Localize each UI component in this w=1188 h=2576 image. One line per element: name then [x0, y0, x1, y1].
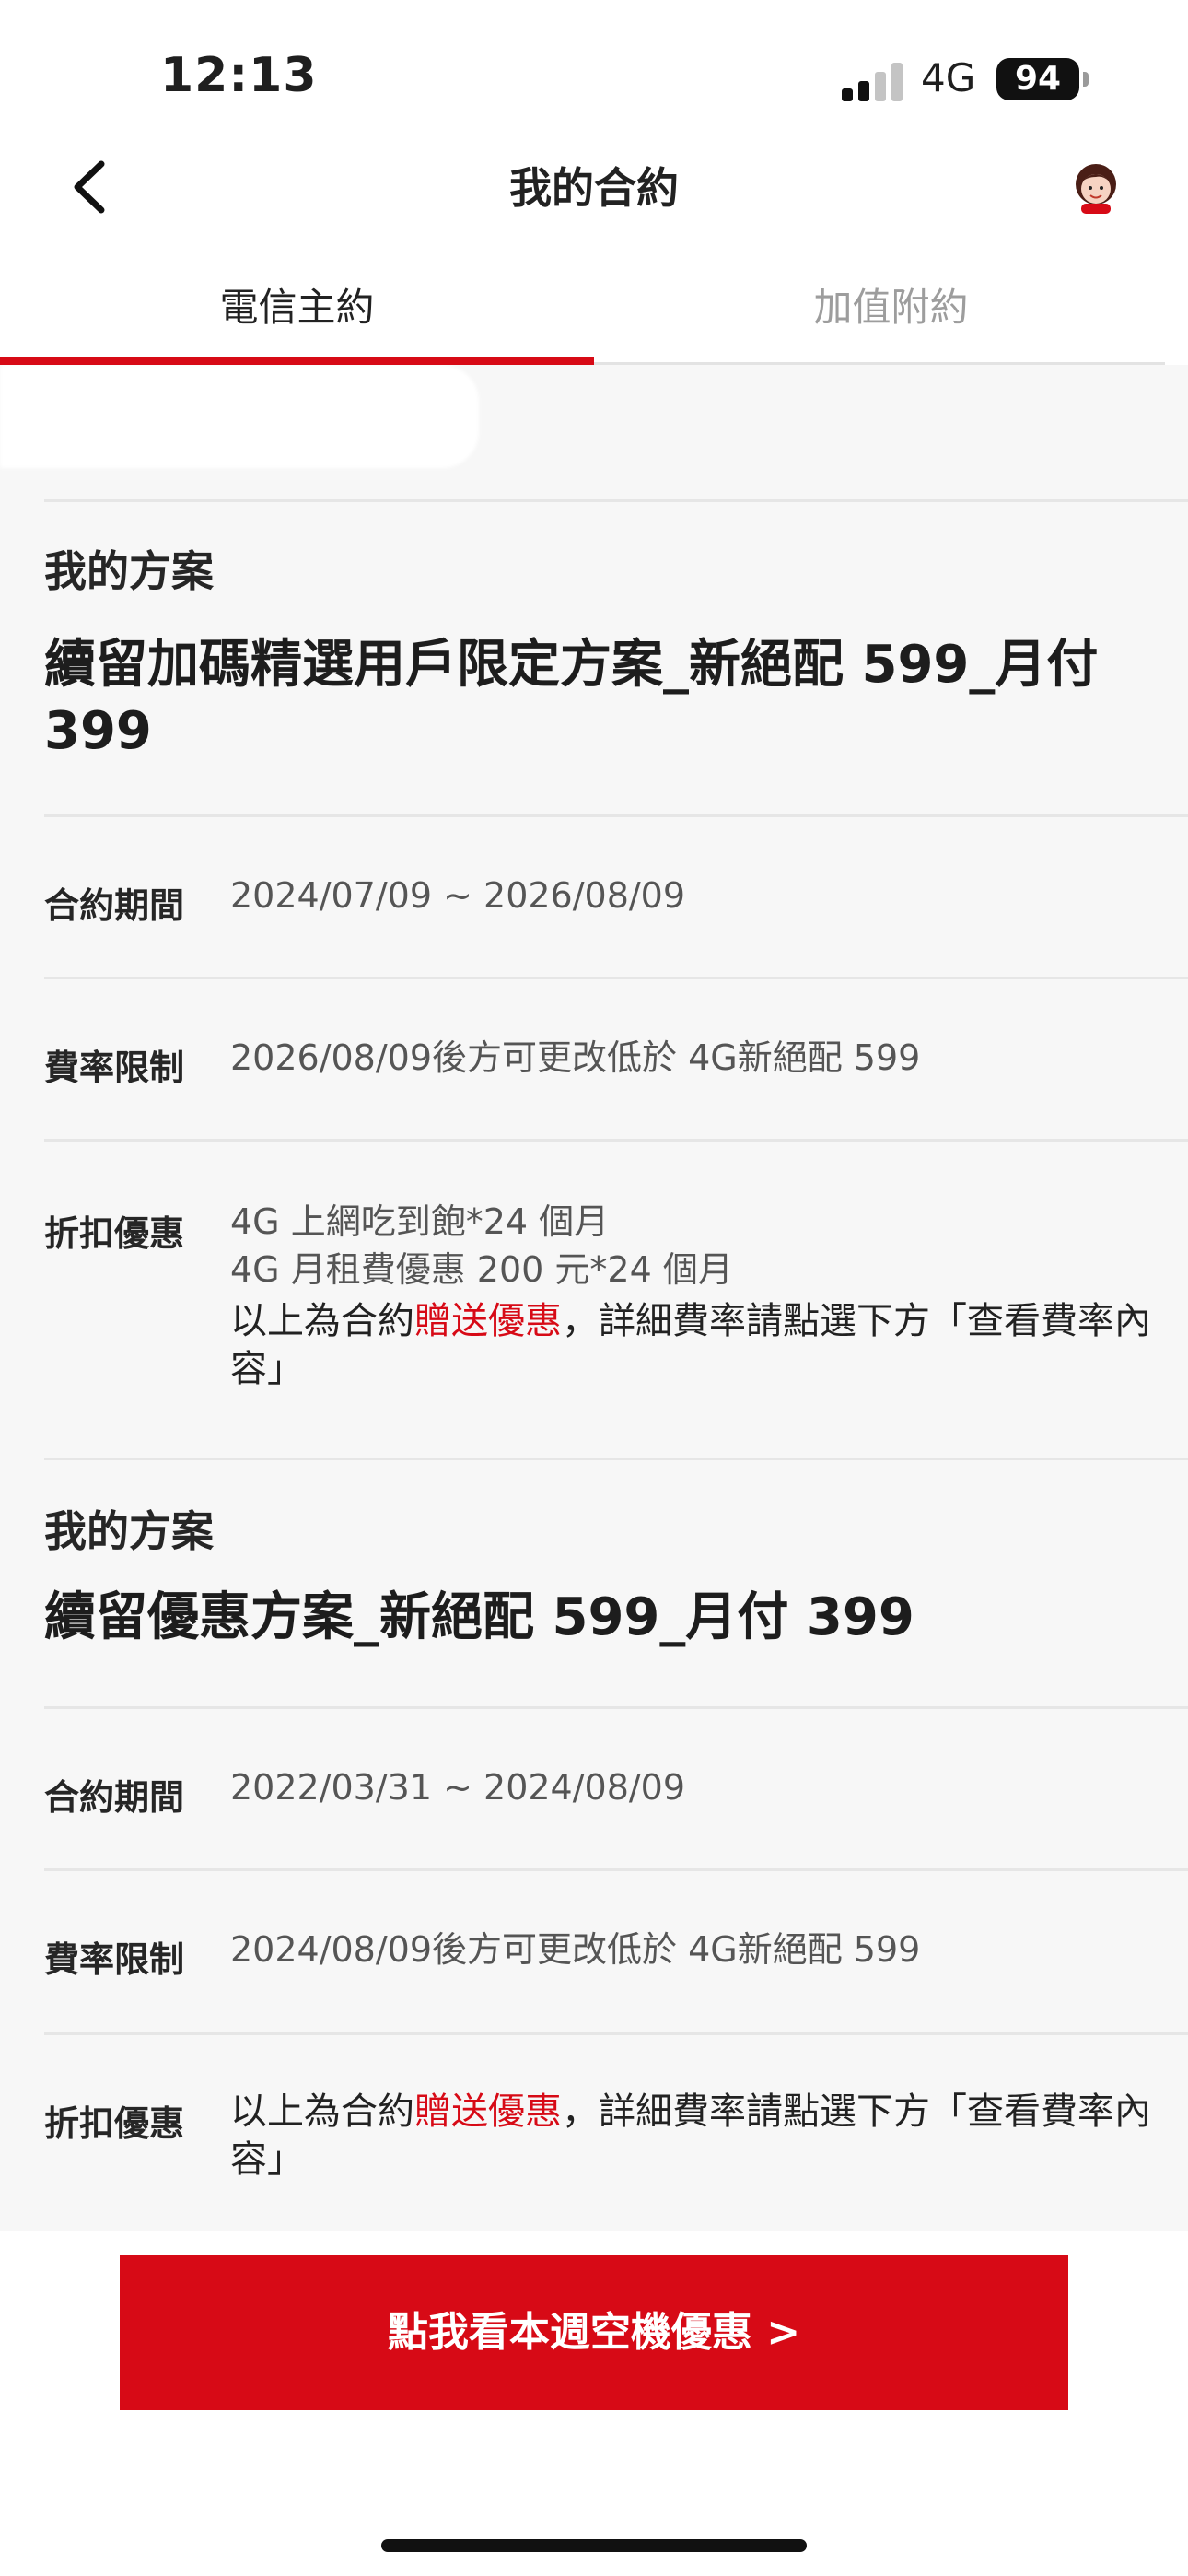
- discount-note: 以上為合約贈送優惠，詳細費率請點選下方「查看費率內容」: [230, 1297, 1151, 1393]
- battery-icon: 94: [996, 58, 1079, 100]
- discount-value: 以上為合約贈送優惠，詳細費率請點選下方「查看費率內容」: [230, 2088, 1151, 2184]
- rate-limit-value: 2024/08/09後方可更改低於 4G新絕配 599: [230, 1929, 921, 1970]
- tab-addon-contract[interactable]: 加值附約: [594, 276, 1188, 337]
- divider: [44, 1458, 1188, 1460]
- section-label-my-plan: 我的方案: [44, 546, 214, 596]
- divider: [44, 499, 1188, 502]
- contract-period-label: 合約期間: [44, 885, 185, 926]
- discount-note: 以上為合約贈送優惠，詳細費率請點選下方「查看費率內容」: [230, 2088, 1151, 2184]
- contract-period-label: 合約期間: [44, 1777, 185, 1818]
- network-type: 4G: [921, 55, 976, 100]
- divider: [44, 1868, 1188, 1871]
- discount-label: 折扣優惠: [44, 1213, 185, 1254]
- tab-main-contract[interactable]: 電信主約: [0, 276, 594, 337]
- plan-name: 續留加碼精選用戶限定方案_新絕配 599_月付 399: [44, 635, 1099, 761]
- avatar[interactable]: [1070, 162, 1122, 214]
- discount-line: 4G 上網吃到飽*24 個月: [230, 1201, 610, 1242]
- page-title: 我的合約: [509, 163, 679, 213]
- note-highlight: 贈送優惠: [414, 1300, 562, 1342]
- battery-tip: [1083, 72, 1089, 87]
- divider: [44, 1706, 1188, 1709]
- divider: [44, 1139, 1188, 1142]
- contract-period-value: 2024/07/09 ~ 2026/08/09: [230, 875, 686, 916]
- weekly-phone-offer-button[interactable]: 點我看本週空機優惠 >: [120, 2255, 1068, 2410]
- blurred-banner: [0, 365, 479, 468]
- note-highlight: 贈送優惠: [414, 2090, 562, 2133]
- rate-limit-label: 費率限制: [44, 1048, 185, 1088]
- signal-strength-icon: [842, 61, 903, 101]
- discount-label: 折扣優惠: [44, 2103, 185, 2144]
- divider: [44, 814, 1188, 817]
- plan-name: 續留優惠方案_新絕配 599_月付 399: [44, 1587, 914, 1647]
- status-time: 12:13: [160, 48, 318, 103]
- note-prefix: 以上為合約: [230, 1300, 414, 1342]
- user-avatar-icon: [1076, 164, 1116, 214]
- home-indicator: [381, 2539, 807, 2552]
- contract-content[interactable]: 我的方案 續留加碼精選用戶限定方案_新絕配 599_月付 399 合約期間 20…: [0, 365, 1188, 2231]
- rate-limit-label: 費率限制: [44, 1939, 185, 1980]
- contract-period-value: 2022/03/31 ~ 2024/08/09: [230, 1767, 686, 1808]
- status-bar: 12:13 4G 94: [0, 0, 1188, 129]
- discount-line: 4G 月租費優惠 200 元*24 個月: [230, 1249, 733, 1290]
- rate-limit-value: 2026/08/09後方可更改低於 4G新絕配 599: [230, 1037, 921, 1078]
- note-prefix: 以上為合約: [230, 2090, 414, 2133]
- divider: [44, 977, 1188, 979]
- section-label-my-plan: 我的方案: [44, 1506, 214, 1556]
- divider: [44, 2032, 1188, 2035]
- discount-value: 4G 上網吃到飽*24 個月 4G 月租費優惠 200 元*24 個月 以上為合…: [230, 1198, 1151, 1393]
- tab-active-indicator: [0, 357, 594, 365]
